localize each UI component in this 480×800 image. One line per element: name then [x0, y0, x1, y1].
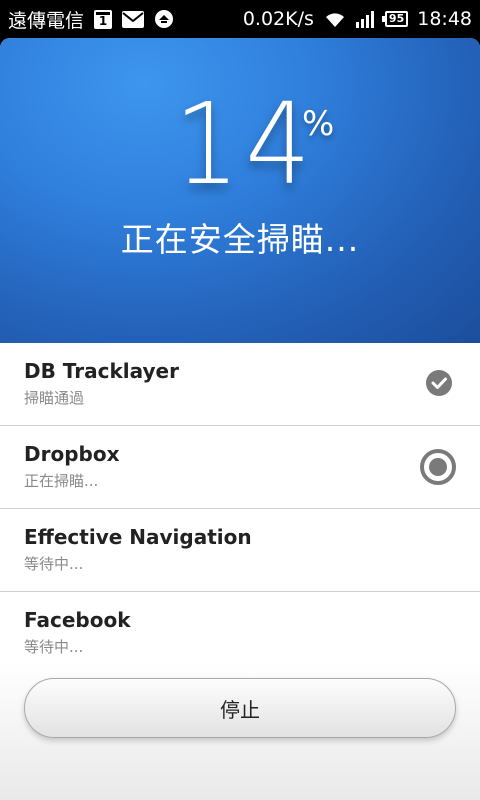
upload-icon [154, 9, 174, 29]
list-item[interactable]: Dropbox 正在掃瞄... [0, 426, 480, 509]
app-scan-status: 正在掃瞄... [24, 472, 99, 490]
scan-percent: 14 % [0, 80, 480, 210]
check-icon [426, 370, 452, 396]
scan-status-text: 正在安全掃瞄... [120, 220, 360, 259]
app-scan-status: 等待中... [24, 638, 84, 656]
app-scan-status: 掃瞄通過 [24, 389, 85, 407]
calendar-icon: 1 [94, 9, 113, 29]
footer-bar: 停止 [0, 660, 480, 800]
app-scan-list: DB Tracklayer 掃瞄通過 Dropbox 正在掃瞄... Effec… [0, 343, 480, 675]
app-name: Facebook [24, 608, 131, 632]
app-scan-status: 等待中... [24, 555, 84, 573]
radio-scanning-icon [420, 449, 456, 485]
wifi-icon [323, 10, 347, 28]
status-bar: 遠傳電信 1 0.02K/s 95 18:48 [0, 0, 480, 38]
percent-sign: % [302, 104, 335, 144]
list-item[interactable]: DB Tracklayer 掃瞄通過 [0, 343, 480, 426]
security-scan-screen: 14 % 正在安全掃瞄... DB Tracklayer 掃瞄通過 Dropbo… [0, 38, 480, 800]
carrier-name: 遠傳電信 [8, 9, 85, 32]
list-item[interactable]: Effective Navigation 等待中... [0, 509, 480, 592]
scan-progress-panel: 14 % 正在安全掃瞄... [0, 38, 480, 343]
stop-button[interactable]: 停止 [24, 678, 456, 738]
network-speed: 0.02K/s [242, 8, 314, 30]
app-name: Dropbox [24, 442, 120, 466]
mail-icon [122, 10, 145, 28]
scan-percent-value: 14 [173, 80, 317, 210]
signal-icon [355, 10, 376, 28]
app-name: Effective Navigation [24, 525, 252, 549]
battery-icon: 95 [381, 11, 409, 27]
app-name: DB Tracklayer [24, 359, 179, 383]
clock: 18:48 [417, 8, 472, 30]
